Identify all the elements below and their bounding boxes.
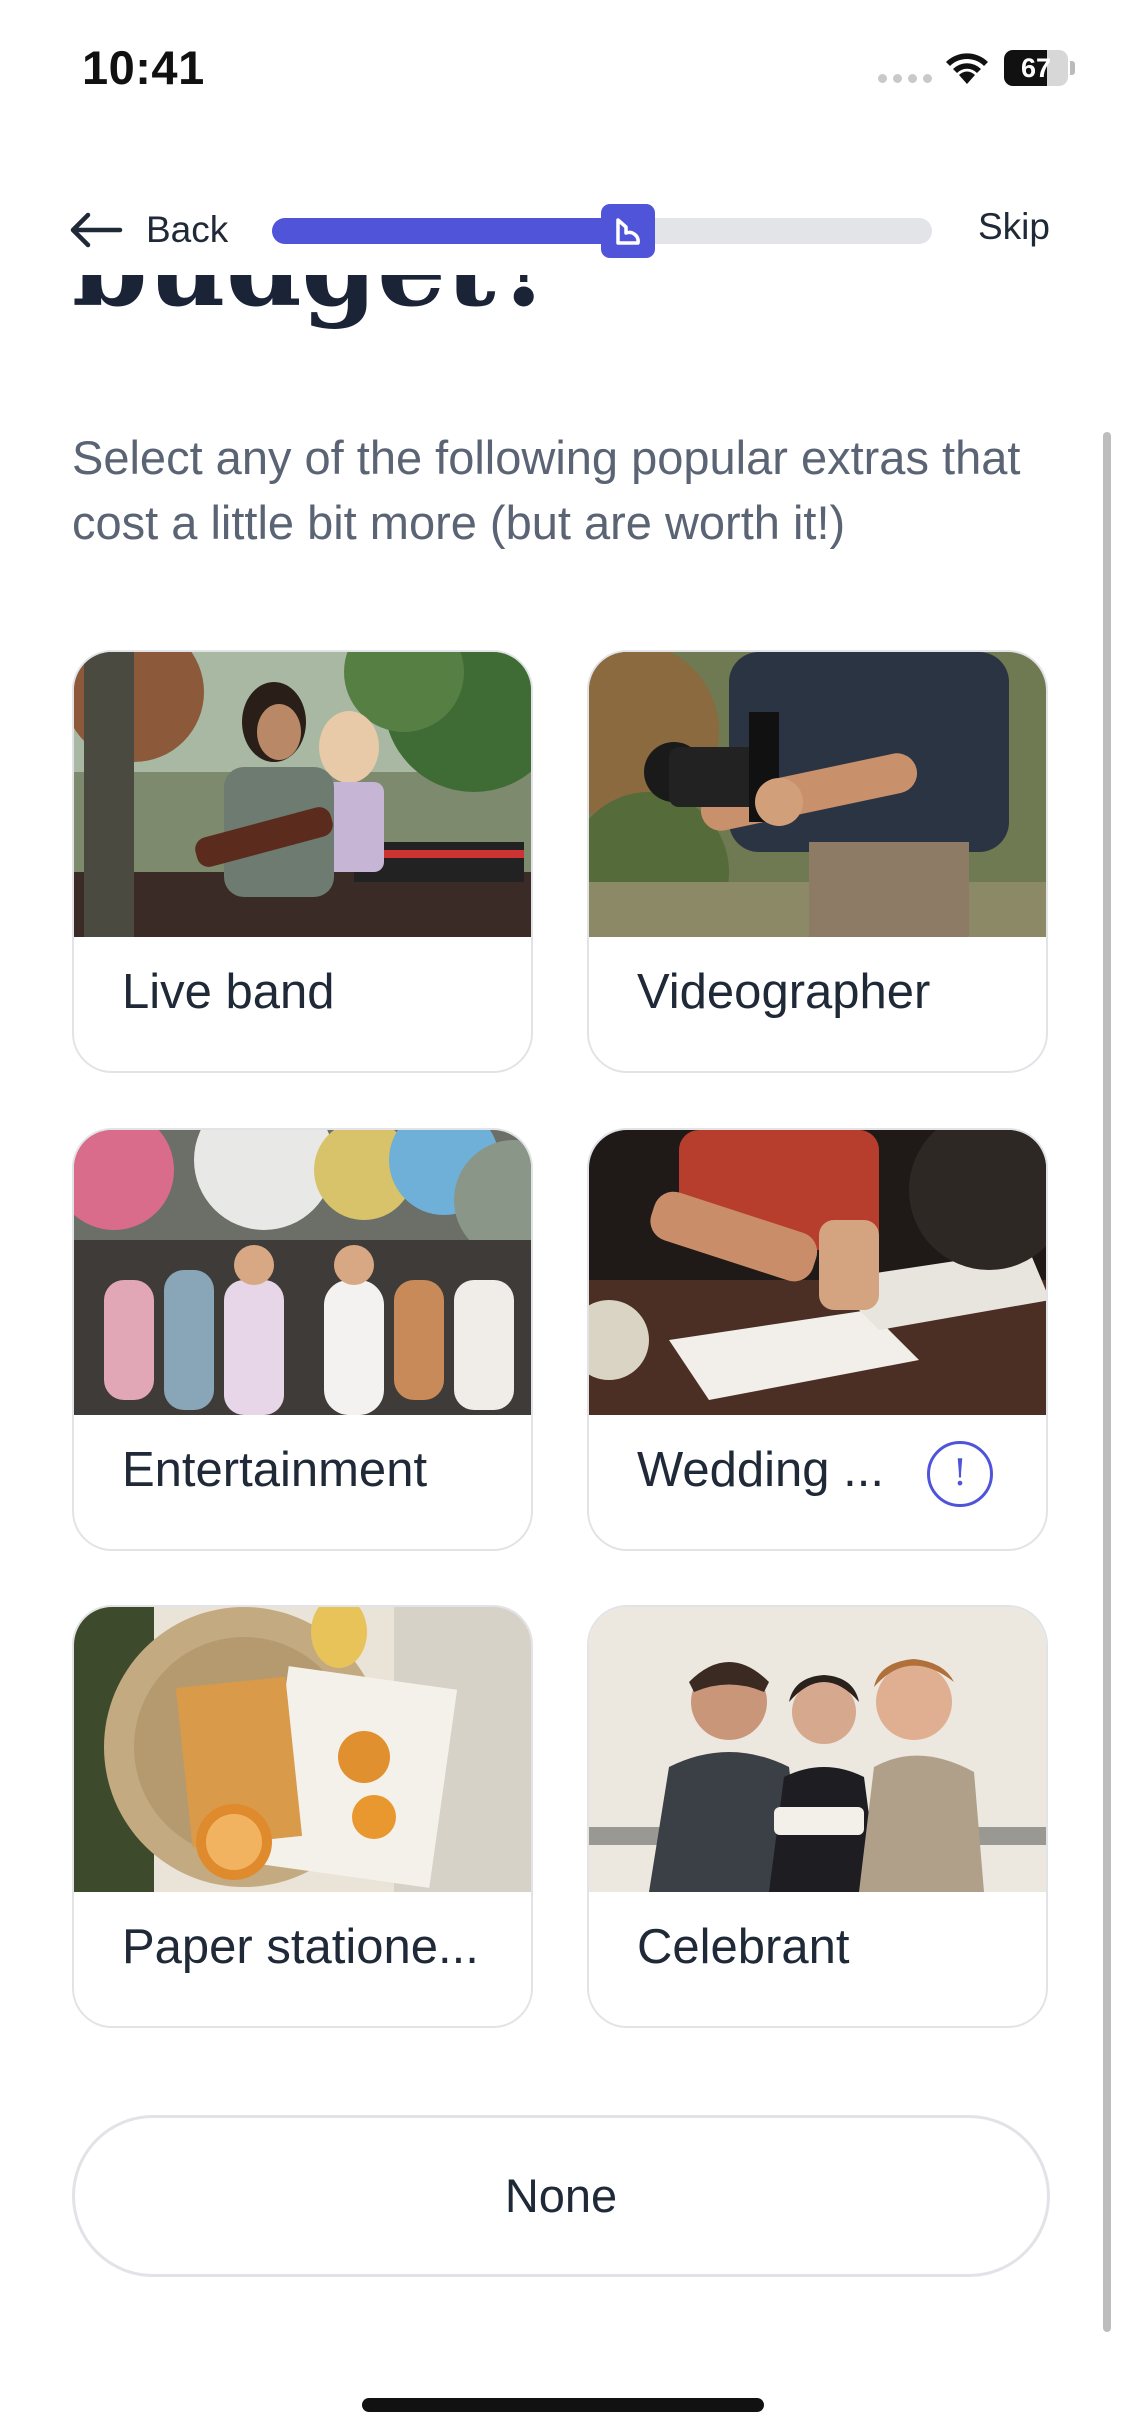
live-band-photo [74,652,531,937]
info-icon[interactable]: ! [927,1441,993,1507]
back-label: Back [146,209,229,250]
page-title: budget? [72,275,559,331]
scrollbar[interactable] [1103,432,1111,2332]
option-card-entertainment[interactable]: Entertainment [72,1128,533,1551]
videographer-photo [589,652,1046,937]
option-label: Videographer [637,965,931,1019]
paper-stationery-photo [74,1607,531,1892]
progress-fill [272,218,629,244]
onboarding-nav: Back Skip [0,190,1125,270]
option-card-live-band[interactable]: Live band [72,650,533,1073]
progress-bar [272,204,932,258]
none-button[interactable]: None [72,2115,1050,2277]
arrow-left-icon [70,212,123,248]
option-label: Entertainment [122,1443,428,1497]
entertainment-photo [74,1130,531,1415]
battery-percent: 67 [1020,53,1052,83]
status-time: 10:41 [82,41,205,94]
option-card-celebrant[interactable]: Celebrant [587,1605,1048,2028]
page-subtitle: Select any of the following popular extr… [72,431,1021,549]
battery-icon: 67 [1004,50,1075,86]
option-card-videographer[interactable]: Videographer [587,650,1048,1073]
wifi-icon [946,53,988,84]
option-label: Paper statione... [122,1920,479,1974]
wedding-photo [589,1130,1046,1415]
scroll-content[interactable]: budget? Select any of the following popu… [0,275,1125,2345]
option-label: Wedding ... [637,1443,884,1497]
status-bar: 10:41 67 [0,0,1125,140]
cellular-signal-icon [878,74,932,83]
option-label: Live band [122,965,335,1019]
progress-handle-icon [601,204,656,258]
option-card-wedding[interactable]: Wedding ... ! [587,1128,1048,1551]
home-indicator[interactable] [362,2398,764,2412]
back-button[interactable]: Back [68,202,228,258]
option-card-paper-stationery[interactable]: Paper statione... [72,1605,533,2028]
celebrant-photo [589,1607,1046,1892]
option-label: Celebrant [637,1920,850,1974]
skip-button[interactable]: Skip [978,206,1050,248]
